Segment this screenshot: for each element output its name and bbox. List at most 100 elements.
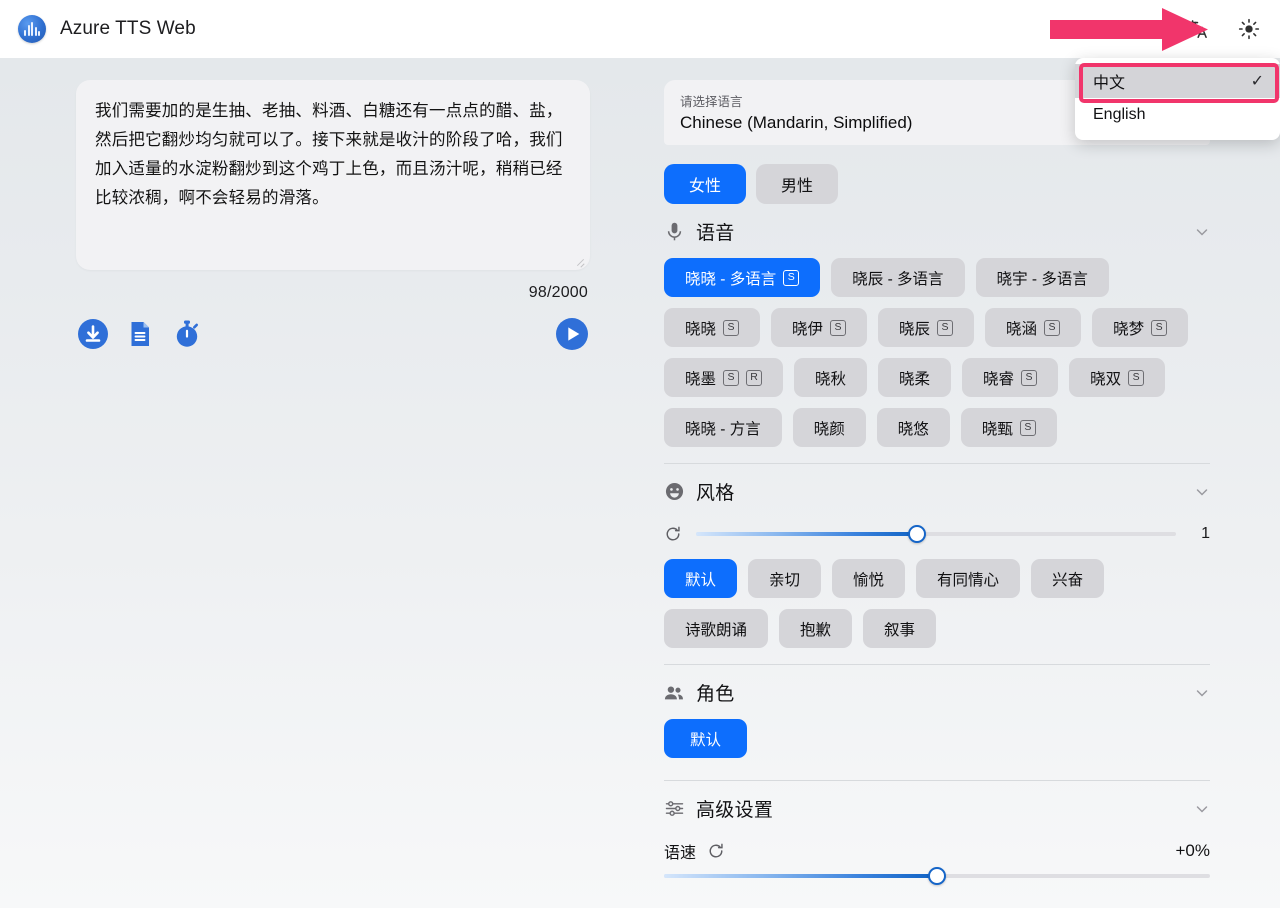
download-icon[interactable] [76, 317, 110, 351]
voice-chip-label: 晓伊 [792, 320, 824, 338]
page-title: Azure TTS Web [60, 18, 196, 39]
header-actions [1184, 16, 1262, 42]
voice-chip-8[interactable]: 晓墨 S R [664, 358, 784, 397]
voice-chip-10[interactable]: 晓柔 [878, 358, 952, 397]
style-chip-2[interactable]: 愉悦 [832, 559, 906, 598]
voice-chip-label: 晓墨 [685, 370, 717, 388]
style-chip-3[interactable]: 有同情心 [916, 559, 1021, 598]
character-counter: 98/2000 [528, 284, 588, 301]
style-intensity-slider-row: 1 [664, 525, 1210, 543]
style-chip-label: 诗歌朗诵 [685, 621, 748, 639]
voice-badge-s-icon: S [1151, 319, 1168, 336]
sliders-icon [664, 799, 684, 819]
style-chip-0[interactable]: 默认 [664, 559, 738, 598]
editor-pane: 我们需要加的是生抽、老抽、料酒、白糖还有一点点的醋、盐，然后把它翻炒均匀就可以了… [0, 58, 640, 908]
voice-chip-7[interactable]: 晓梦 S [1092, 308, 1189, 347]
voice-chip-label: 晓晓 - 多语言 [685, 270, 777, 288]
style-section-header: 风格 [664, 464, 1210, 518]
style-chip-4[interactable]: 兴奋 [1031, 559, 1105, 598]
voice-chip-label: 晓睿 [983, 370, 1015, 388]
stopwatch-icon[interactable] [170, 317, 204, 351]
voice-chip-12[interactable]: 晓双 S [1069, 358, 1166, 397]
style-chip-7[interactable]: 叙事 [863, 609, 937, 648]
voice-badge-s-icon: S [1019, 419, 1036, 436]
translate-icon[interactable] [1184, 16, 1210, 42]
style-chip-6[interactable]: 抱歉 [779, 609, 853, 648]
chevron-down-icon[interactable] [1194, 801, 1210, 817]
voice-chip-14[interactable]: 晓颜 [792, 408, 866, 447]
voice-chip-15[interactable]: 晓悠 [876, 408, 950, 447]
chevron-down-icon[interactable] [1194, 685, 1210, 701]
voice-chip-label: 晓宇 - 多语言 [996, 270, 1088, 288]
voice-chip-13[interactable]: 晓晓 - 方言 [664, 408, 782, 447]
style-section-title: 风格 [696, 483, 735, 504]
voice-chip-label: 晓双 [1090, 370, 1122, 388]
reset-icon[interactable] [664, 525, 682, 543]
voice-chip-5[interactable]: 晓辰 S [878, 308, 975, 347]
role-section-title: 角色 [696, 684, 735, 705]
role-chip-0[interactable]: 默认 [664, 719, 748, 758]
microphone-icon [664, 222, 684, 242]
style-intensity-slider[interactable] [696, 525, 1176, 543]
people-icon [664, 683, 684, 703]
reset-icon[interactable] [707, 842, 725, 860]
advanced-section-title: 高级设置 [696, 800, 774, 821]
role-chip-label: 默认 [690, 731, 722, 749]
voice-chip-label: 晓柔 [899, 370, 931, 388]
voice-chip-label: 晓梦 [1113, 320, 1145, 338]
chevron-down-icon[interactable] [1194, 484, 1210, 500]
play-icon[interactable] [554, 316, 590, 352]
language-menu-item-english[interactable]: English [1075, 98, 1280, 132]
voice-chip-11[interactable]: 晓睿 S [962, 358, 1059, 397]
resize-handle[interactable] [574, 255, 585, 266]
voice-chip-16[interactable]: 晓甄 S [960, 408, 1057, 447]
gender-toggle-group: 女性 男性 [664, 164, 1210, 204]
gender-option-male[interactable]: 男性 [756, 164, 838, 204]
gender-option-female[interactable]: 女性 [664, 164, 746, 204]
check-icon: ✓ [1250, 73, 1264, 90]
voice-chip-label: 晓辰 [899, 320, 931, 338]
voice-chip-label: 晓秋 [815, 370, 847, 388]
voice-chip-2[interactable]: 晓宇 - 多语言 [975, 258, 1109, 297]
style-chip-1[interactable]: 亲切 [748, 559, 822, 598]
text-input-area[interactable]: 我们需要加的是生抽、老抽、料酒、白糖还有一点点的醋、盐，然后把它翻炒均匀就可以了… [76, 80, 590, 270]
advanced-section-header: 高级设置 [664, 781, 1210, 835]
style-chip-label: 默认 [685, 571, 717, 589]
voice-chip-6[interactable]: 晓涵 S [985, 308, 1082, 347]
style-chip-label: 亲切 [769, 571, 801, 589]
voice-chip-9[interactable]: 晓秋 [794, 358, 868, 397]
voice-badge-s-icon: S [1128, 369, 1145, 386]
voice-badge-s-icon: S [723, 369, 740, 386]
voice-chip-label: 晓甄 [981, 420, 1013, 438]
document-icon[interactable] [123, 317, 157, 351]
language-dropdown-menu[interactable]: 中文 ✓ English [1075, 58, 1280, 140]
language-menu-item-chinese[interactable]: 中文 ✓ [1075, 64, 1280, 98]
rate-control-row: 语速 +0% [664, 839, 1210, 863]
voice-chip-grid: 晓晓 - 多语言 S 晓辰 - 多语言 晓宇 - 多语言 晓晓 S 晓伊 S 晓辰 S 晓涵 S 晓梦 S… [664, 258, 1210, 447]
voice-section-header: 语音 [664, 204, 1210, 258]
style-chip-5[interactable]: 诗歌朗诵 [664, 609, 769, 648]
voice-chip-3[interactable]: 晓晓 S [664, 308, 761, 347]
voice-badge-r-icon: R [746, 369, 763, 386]
voice-badge-s-icon: S [1044, 319, 1061, 336]
voice-chip-4[interactable]: 晓伊 S [771, 308, 868, 347]
voice-chip-label: 晓悠 [897, 420, 929, 438]
text-input-value: 我们需要加的是生抽、老抽、料酒、白糖还有一点点的醋、盐，然后把它翻炒均匀就可以了… [95, 102, 563, 207]
role-chip-grid: 默认 [664, 719, 1210, 758]
voice-section-title: 语音 [696, 223, 735, 244]
style-chip-label: 兴奋 [1052, 571, 1084, 589]
voice-chip-0[interactable]: 晓晓 - 多语言 S [664, 258, 821, 297]
sun-icon[interactable] [1236, 16, 1262, 42]
style-chip-label: 抱歉 [800, 621, 832, 639]
smiley-icon [664, 482, 684, 502]
rate-slider-wrap [664, 867, 1210, 885]
chevron-down-icon[interactable] [1194, 224, 1210, 240]
voice-chip-label: 晓涵 [1006, 320, 1038, 338]
voice-chip-1[interactable]: 晓辰 - 多语言 [831, 258, 965, 297]
settings-pane: 请选择语言 Chinese (Mandarin, Simplified) 女性 … [640, 58, 1280, 908]
language-menu-item-label: 中文 [1093, 75, 1126, 92]
rate-slider[interactable] [664, 867, 1210, 885]
voice-chip-label: 晓辰 - 多语言 [852, 270, 944, 288]
waveform-logo-icon [18, 15, 46, 43]
voice-badge-s-icon: S [830, 319, 847, 336]
